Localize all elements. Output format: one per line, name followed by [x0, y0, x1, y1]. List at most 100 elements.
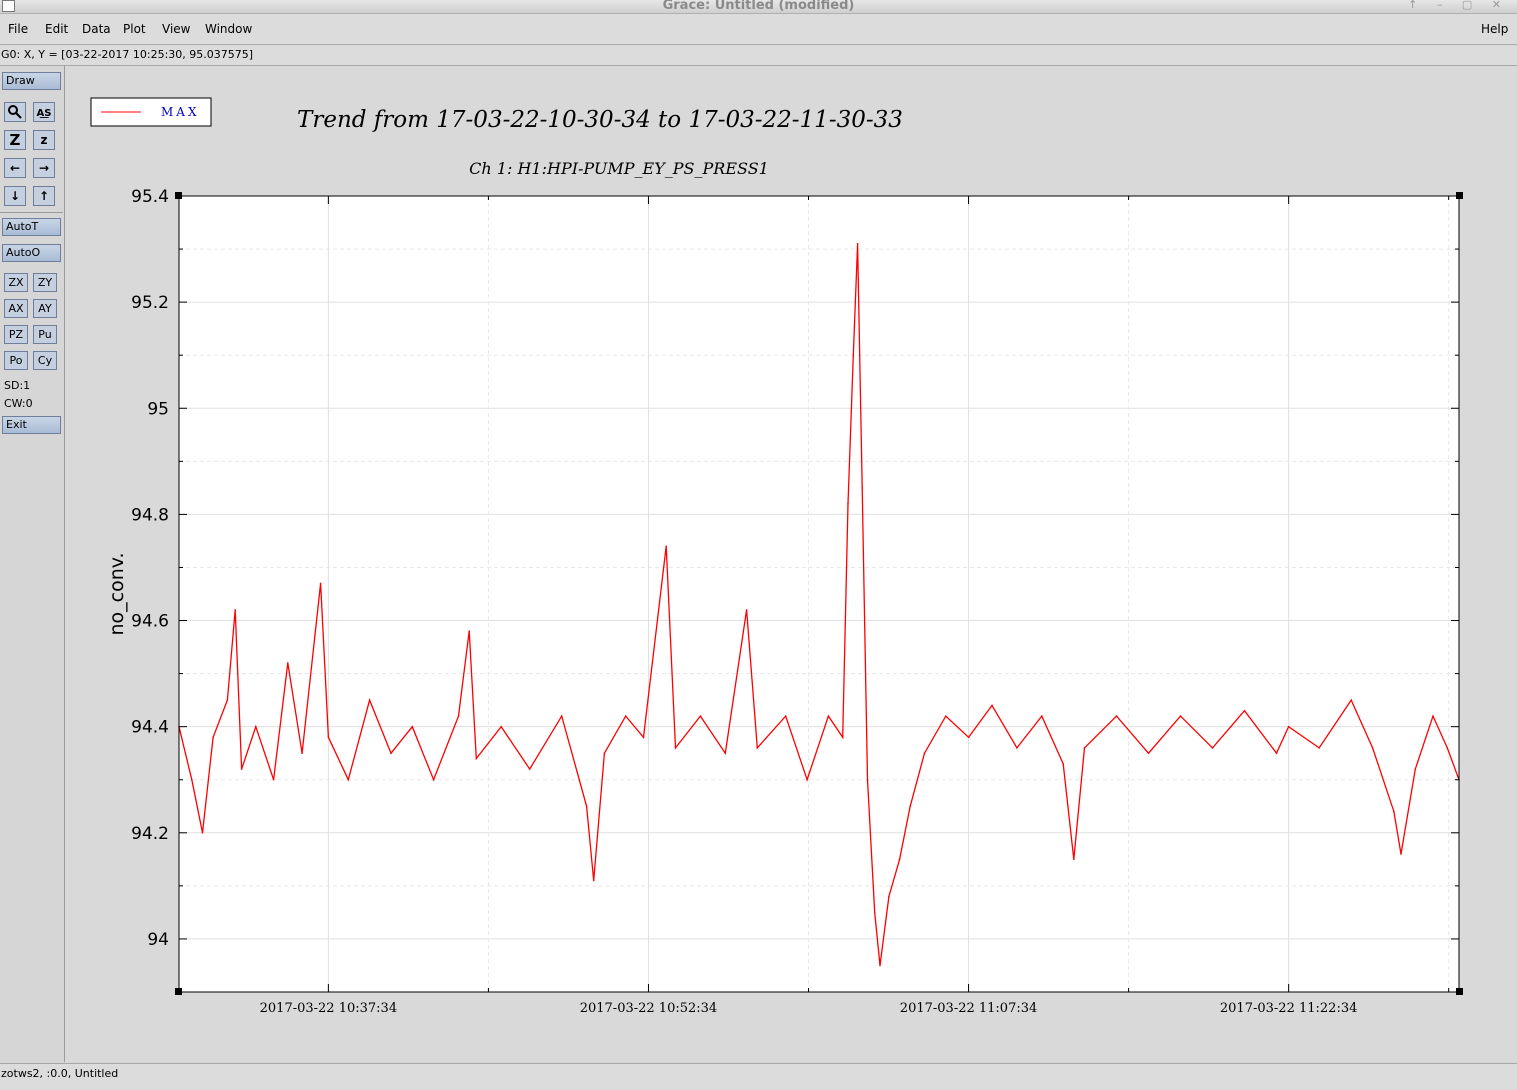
data-point [272, 778, 275, 781]
autoo-button[interactable]: AutoO [2, 244, 61, 262]
data-point [827, 715, 830, 717]
data-point [888, 895, 890, 898]
menu-view[interactable]: View [162, 22, 190, 36]
data-point [1073, 858, 1075, 861]
autoscale-text-button[interactable]: A͟S [33, 102, 55, 122]
data-point [1115, 715, 1118, 717]
data-point [301, 752, 303, 754]
magnifier-icon [8, 105, 22, 119]
data-point [756, 747, 759, 749]
data-point [226, 699, 229, 701]
zy-button[interactable]: ZY [33, 273, 57, 292]
autot-button[interactable]: AutoT [2, 218, 61, 236]
data-point [457, 715, 460, 717]
data-point [861, 487, 864, 489]
data-point [944, 715, 947, 717]
zoom-in-button[interactable]: Z [4, 130, 26, 150]
y-tick-label: 94.4 [131, 718, 169, 738]
data-point [1432, 715, 1434, 717]
data-point [841, 736, 844, 739]
data-point [500, 725, 503, 728]
x-tick-label: 2017-03-22 11:07:34 [900, 1001, 1037, 1016]
scroll-right-button[interactable]: → [33, 158, 55, 178]
arrow-down-icon: ↓ [9, 189, 21, 203]
data-point [866, 778, 869, 781]
cw-indicator: CW:0 [4, 397, 33, 410]
y-tick-label: 95.4 [131, 187, 169, 207]
exit-button[interactable]: Exit [2, 416, 61, 434]
zoom-tool-button[interactable] [4, 102, 26, 122]
data-point [967, 736, 970, 739]
y-axis-label: no_conv. [106, 552, 128, 635]
selection-handle-tr[interactable] [1456, 192, 1463, 199]
selection-handle-tl[interactable] [175, 192, 182, 199]
pu-button[interactable]: Pu [33, 325, 57, 344]
graph-canvas[interactable]: MAX Trend from 17-03-22-10-30-34 to 17-0… [65, 66, 1517, 1062]
zx-button[interactable]: ZX [4, 273, 28, 292]
data-point [674, 747, 677, 749]
scroll-left-button[interactable]: ← [4, 158, 26, 178]
chart-svg[interactable]: MAX Trend from 17-03-22-10-30-34 to 17-0… [65, 66, 1517, 1062]
data-point [898, 858, 901, 861]
data-point [327, 736, 330, 739]
data-point [201, 832, 204, 834]
menu-help[interactable]: Help [1481, 22, 1508, 36]
data-point [191, 778, 193, 781]
data-point [745, 609, 748, 611]
data-point [806, 778, 808, 781]
locator-readout: G0: X, Y = [03-22-2017 10:25:30, 95.0375… [1, 48, 254, 61]
menu-window[interactable]: Window [205, 22, 252, 36]
ax-button[interactable]: AX [4, 299, 28, 318]
data-point [240, 768, 243, 770]
data-point [319, 582, 322, 585]
menu-data[interactable]: Data [82, 22, 111, 36]
data-point [847, 502, 849, 505]
po-button[interactable]: Po [4, 351, 28, 370]
draw-button[interactable]: Draw [2, 72, 61, 90]
zoom-out-button[interactable]: z [33, 130, 55, 150]
data-point [1446, 747, 1449, 749]
data-point [1371, 747, 1374, 749]
legend-box[interactable]: MAX [90, 97, 212, 127]
scroll-down-button[interactable]: ↓ [4, 186, 26, 206]
arrow-up-icon: ↑ [38, 189, 50, 203]
selection-handle-bl[interactable] [175, 988, 182, 995]
legend-label: MAX [161, 105, 200, 119]
window-title: Grace: Untitled (modified) [662, 0, 855, 13]
data-point [699, 715, 702, 717]
data-point [1400, 853, 1402, 855]
data-point [784, 715, 787, 717]
x-tick-label: 2017-03-22 10:37:34 [260, 1001, 397, 1016]
data-point [475, 757, 478, 760]
y-tick-label: 94 [147, 930, 169, 950]
menu-file[interactable]: File [8, 22, 28, 36]
data-point [390, 752, 392, 754]
data-point [287, 662, 289, 664]
data-point [560, 715, 563, 717]
cy-button[interactable]: Cy [33, 351, 57, 370]
scroll-up-button[interactable]: ↑ [33, 186, 55, 206]
data-point [1275, 752, 1278, 754]
y-tick-label: 95.2 [131, 293, 169, 313]
x-tick-label: 2017-03-22 11:22:34 [1220, 1001, 1357, 1016]
data-point [1147, 752, 1150, 754]
chart-subtitle: Ch 1: H1:HPI-PUMP_EY_PS_PRESS1 [469, 159, 769, 178]
data-point [432, 778, 435, 781]
sd-indicator: SD:1 [4, 379, 31, 392]
y-tick-label: 94.8 [131, 505, 169, 525]
plot-area [179, 196, 1459, 992]
chart-title: Trend from 17-03-22-10-30-34 to 17-03-22… [297, 107, 903, 133]
selection-handle-br[interactable] [1456, 988, 1463, 995]
ay-button[interactable]: AY [33, 299, 57, 318]
data-point [991, 704, 993, 707]
as-glyph-icon: A͟S [36, 108, 52, 119]
data-point [1243, 709, 1246, 712]
data-point [873, 911, 876, 914]
data-point [1062, 763, 1064, 765]
window-controls[interactable]: ↑ – ▢ ✕ [1408, 0, 1509, 11]
data-point [1350, 699, 1353, 701]
pz-button[interactable]: PZ [4, 325, 28, 344]
menu-plot[interactable]: Plot [123, 22, 146, 36]
data-point [411, 725, 414, 728]
menu-edit[interactable]: Edit [45, 22, 68, 36]
